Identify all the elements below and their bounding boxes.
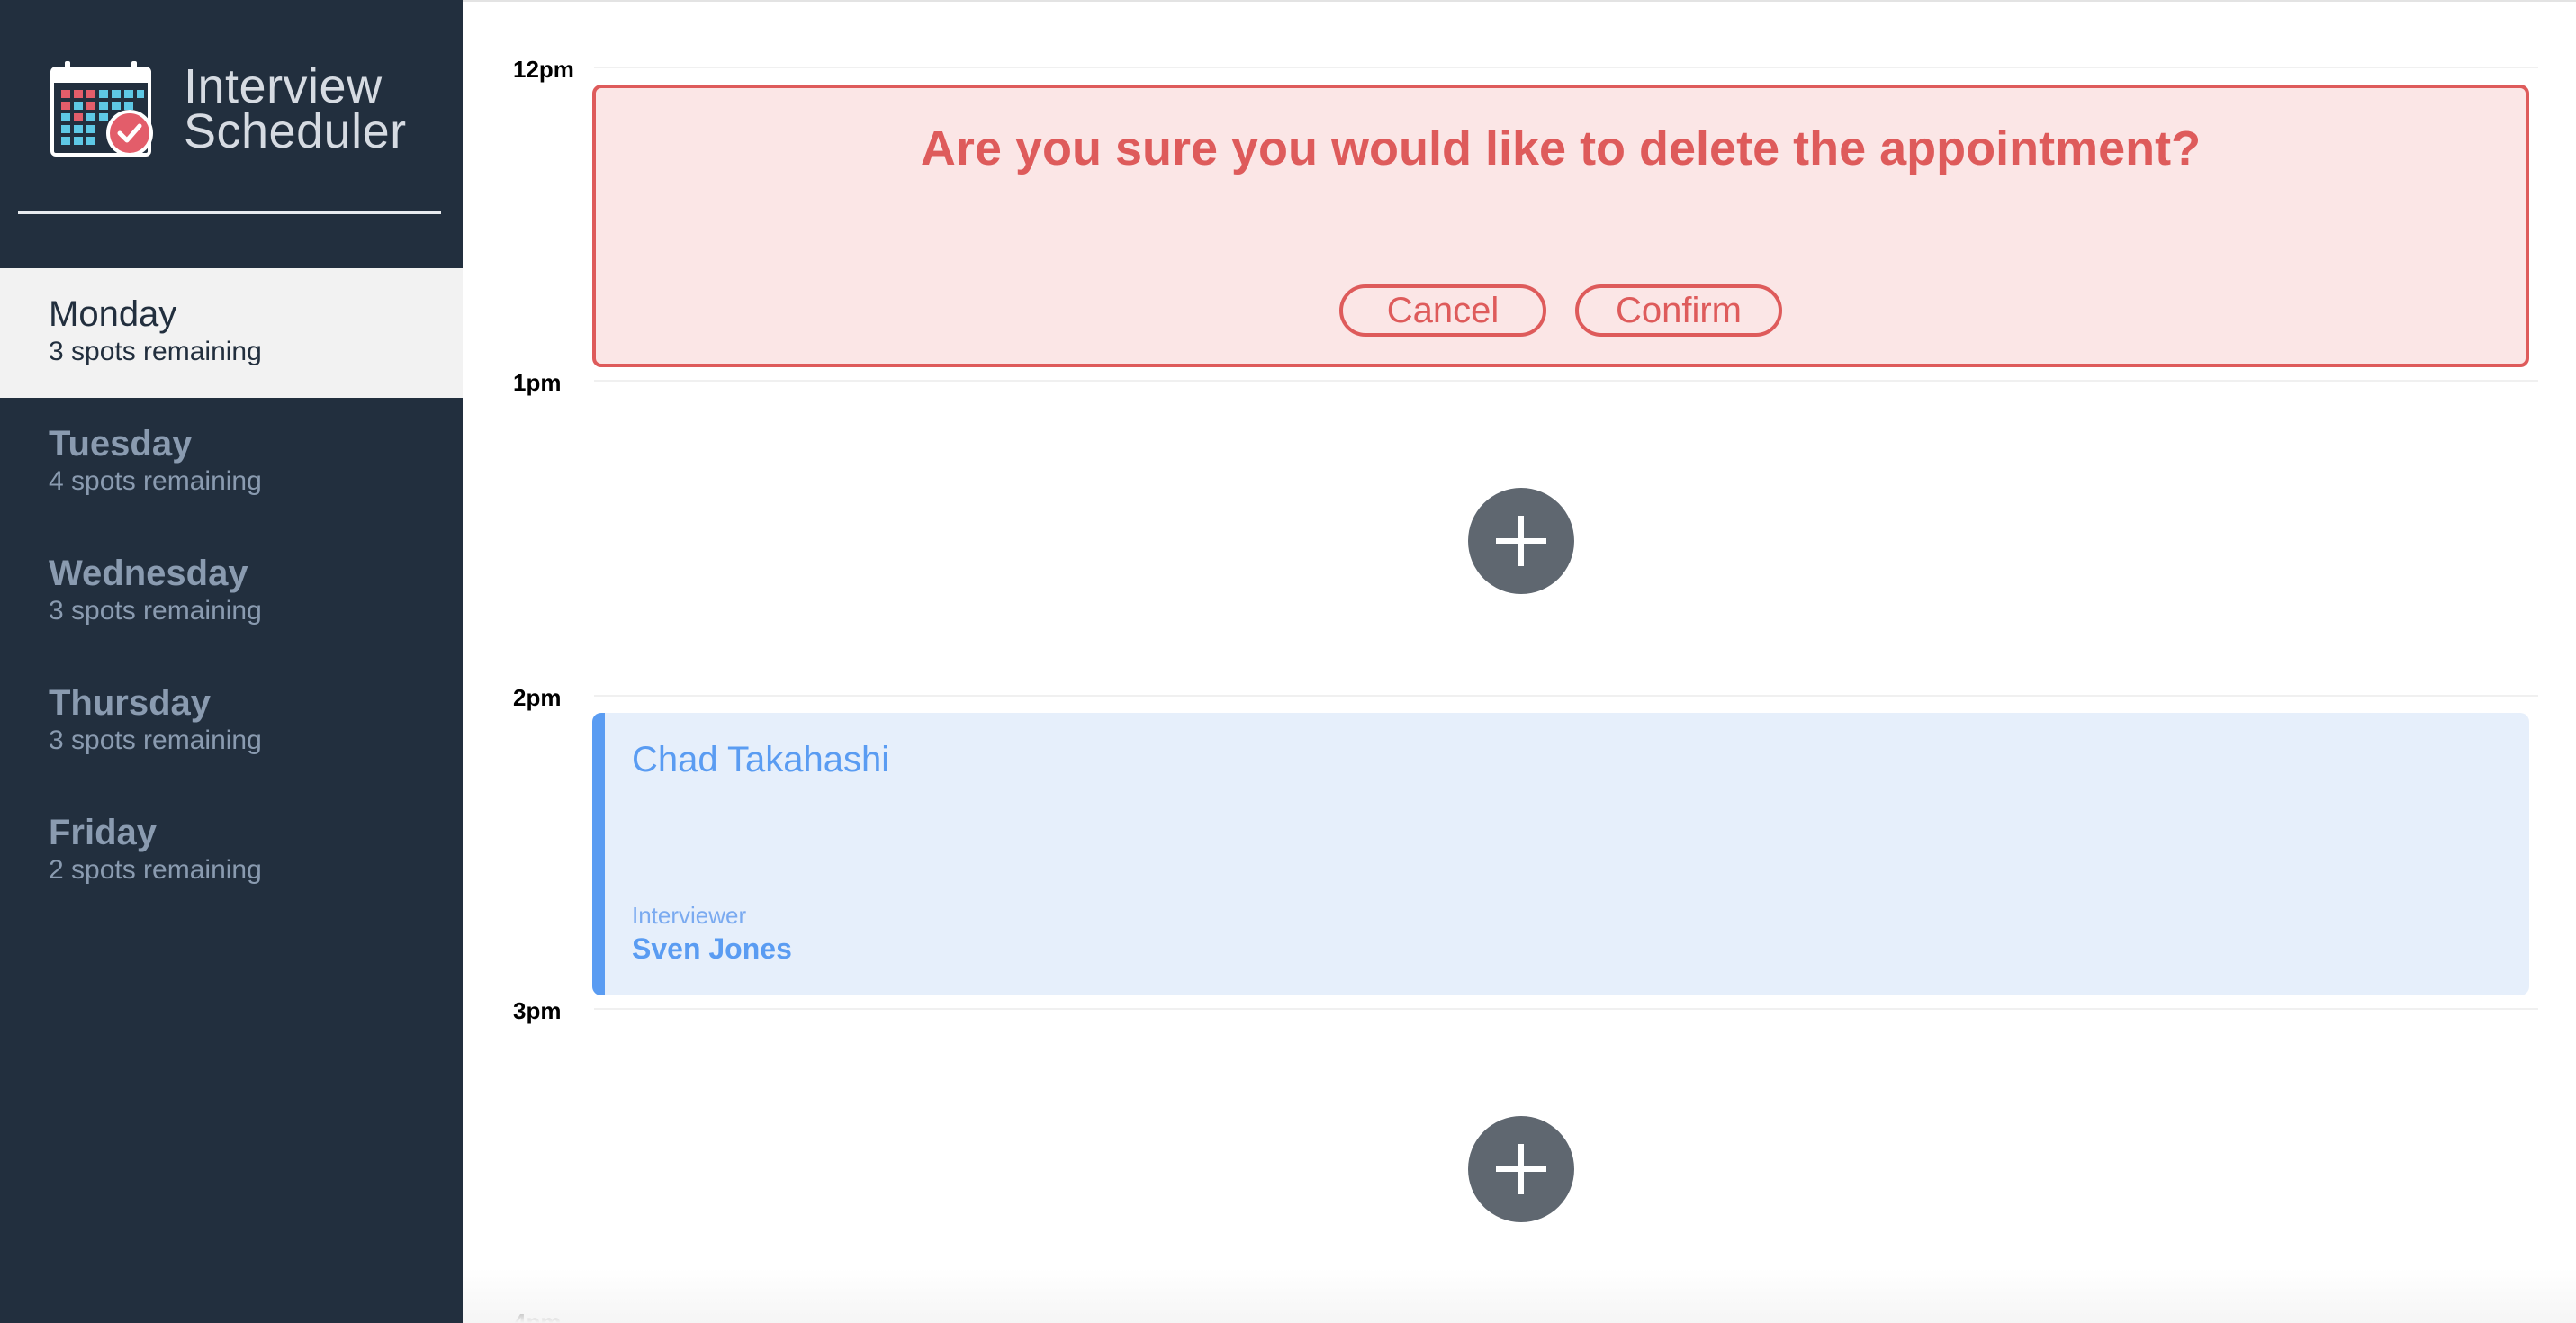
day-item-tuesday[interactable]: Tuesday 4 spots remaining xyxy=(0,398,463,527)
day-spots: 3 spots remaining xyxy=(49,725,262,755)
confirm-button[interactable]: Confirm xyxy=(1575,284,1782,337)
appointment-card[interactable]: Chad Takahashi Interviewer Sven Jones xyxy=(592,713,2529,995)
slot-divider xyxy=(594,1008,2538,1010)
day-name: Tuesday xyxy=(49,424,193,464)
scroll-fade xyxy=(463,1269,2576,1323)
sidebar: Interview Scheduler Monday 3 spots remai… xyxy=(0,0,463,1323)
day-spots: 3 spots remaining xyxy=(49,596,262,626)
day-item-monday[interactable]: Monday 3 spots remaining xyxy=(0,268,463,398)
time-label-2pm: 2pm xyxy=(513,684,562,711)
brand: Interview Scheduler xyxy=(50,59,407,158)
time-label-1pm: 1pm xyxy=(513,369,562,396)
interviewer-name: Sven Jones xyxy=(632,932,792,965)
schedule-main[interactable]: 12pm 1pm 2pm 3pm 4pm Are you sure you wo… xyxy=(463,0,2576,1323)
plus-icon xyxy=(1496,516,1546,566)
day-name: Thursday xyxy=(49,683,212,723)
time-label-3pm: 3pm xyxy=(513,997,562,1024)
add-appointment-button[interactable] xyxy=(1468,488,1574,594)
slot-divider xyxy=(594,380,2538,382)
app-title-line1: Interview xyxy=(184,59,383,113)
day-item-thursday[interactable]: Thursday 3 spots remaining xyxy=(0,657,463,787)
day-item-friday[interactable]: Friday 2 spots remaining xyxy=(0,787,463,916)
cancel-button[interactable]: Cancel xyxy=(1339,284,1546,337)
confirm-actions: Cancel Confirm xyxy=(596,284,2526,337)
day-spots: 2 spots remaining xyxy=(49,855,262,885)
day-list: Monday 3 spots remaining Tuesday 4 spots… xyxy=(0,268,463,916)
sidebar-divider xyxy=(18,211,441,214)
day-name: Friday xyxy=(49,813,158,852)
day-name: Monday xyxy=(49,294,177,334)
delete-confirmation: Are you sure you would like to delete th… xyxy=(592,85,2529,367)
appointment-accent-bar xyxy=(592,713,605,995)
time-label-12pm: 12pm xyxy=(513,56,574,83)
slot-divider xyxy=(594,695,2538,697)
add-appointment-button[interactable] xyxy=(1468,1116,1574,1222)
app-title: Interview Scheduler xyxy=(184,59,407,158)
slot-divider xyxy=(594,67,2538,68)
app-title-line2: Scheduler xyxy=(184,104,407,158)
day-item-wednesday[interactable]: Wednesday 3 spots remaining xyxy=(0,527,463,657)
day-spots: 4 spots remaining xyxy=(49,466,262,496)
calendar-check-icon xyxy=(50,61,153,157)
day-spots: 3 spots remaining xyxy=(49,337,262,366)
day-name: Wednesday xyxy=(49,554,248,593)
student-name: Chad Takahashi xyxy=(632,740,890,779)
confirm-message: Are you sure you would like to delete th… xyxy=(920,122,2202,176)
plus-icon xyxy=(1496,1144,1546,1194)
interviewer-label: Interviewer xyxy=(632,902,747,929)
